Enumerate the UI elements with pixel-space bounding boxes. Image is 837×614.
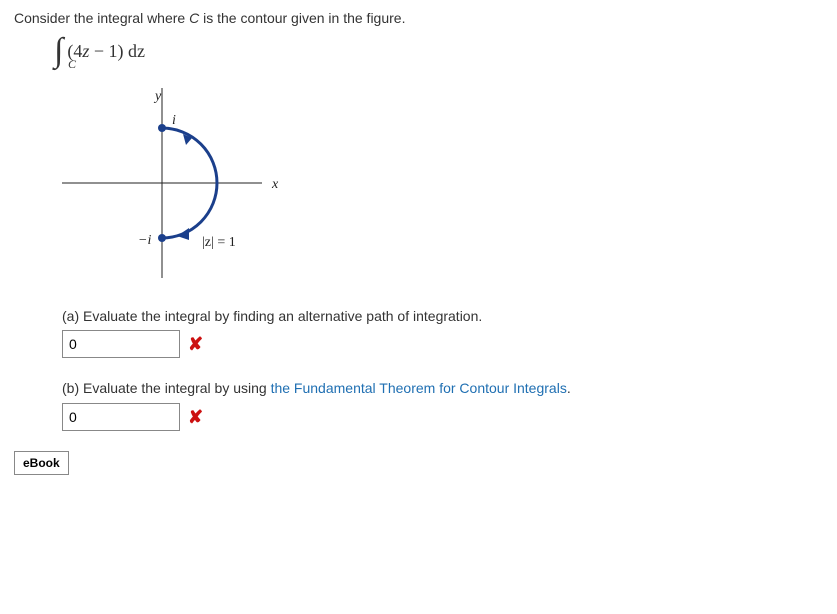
y-axis-label: y	[153, 89, 162, 104]
modulus-label: |z| = 1	[202, 235, 236, 250]
top-point-label: i	[172, 113, 176, 128]
constant: 1	[109, 41, 118, 61]
integral-expression: ∫ C (4z − 1) dz	[54, 34, 823, 68]
bottom-point-label: −i	[138, 233, 151, 248]
part-a-answer-row: ✘	[62, 330, 823, 358]
part-b-answer-row: ✘	[62, 403, 823, 431]
part-b-answer-input[interactable]	[62, 403, 180, 431]
differential: dz	[128, 41, 145, 61]
wrong-icon: ✘	[188, 335, 203, 353]
prompt-pre: Consider the integral where	[14, 10, 189, 26]
part-a-prompt: (a) Evaluate the integral by finding an …	[62, 306, 823, 326]
fundamental-theorem-link[interactable]: the Fundamental Theorem for Contour Inte…	[271, 380, 567, 396]
integrand: (4z − 1) dz	[67, 41, 145, 62]
variable-z: z	[82, 41, 89, 61]
part-b-prompt: (b) Evaluate the integral by using the F…	[62, 378, 823, 398]
part-a-text: (a) Evaluate the integral by finding an …	[62, 308, 482, 324]
part-b-post: .	[567, 380, 571, 396]
contour-figure: y x i −i |z| = 1	[52, 78, 823, 288]
wrong-icon: ✘	[188, 408, 203, 426]
prompt-post: is the contour given in the figure.	[199, 10, 405, 26]
integral-contour-subscript: C	[68, 58, 76, 70]
contour-var: C	[189, 10, 199, 26]
x-axis-label: x	[271, 177, 279, 192]
part-b-pre: (b) Evaluate the integral by using	[62, 380, 271, 396]
integral-sign: ∫ C	[54, 34, 63, 68]
question-prompt: Consider the integral where C is the con…	[14, 10, 823, 26]
part-a-answer-input[interactable]	[62, 330, 180, 358]
ebook-button[interactable]: eBook	[14, 451, 69, 475]
